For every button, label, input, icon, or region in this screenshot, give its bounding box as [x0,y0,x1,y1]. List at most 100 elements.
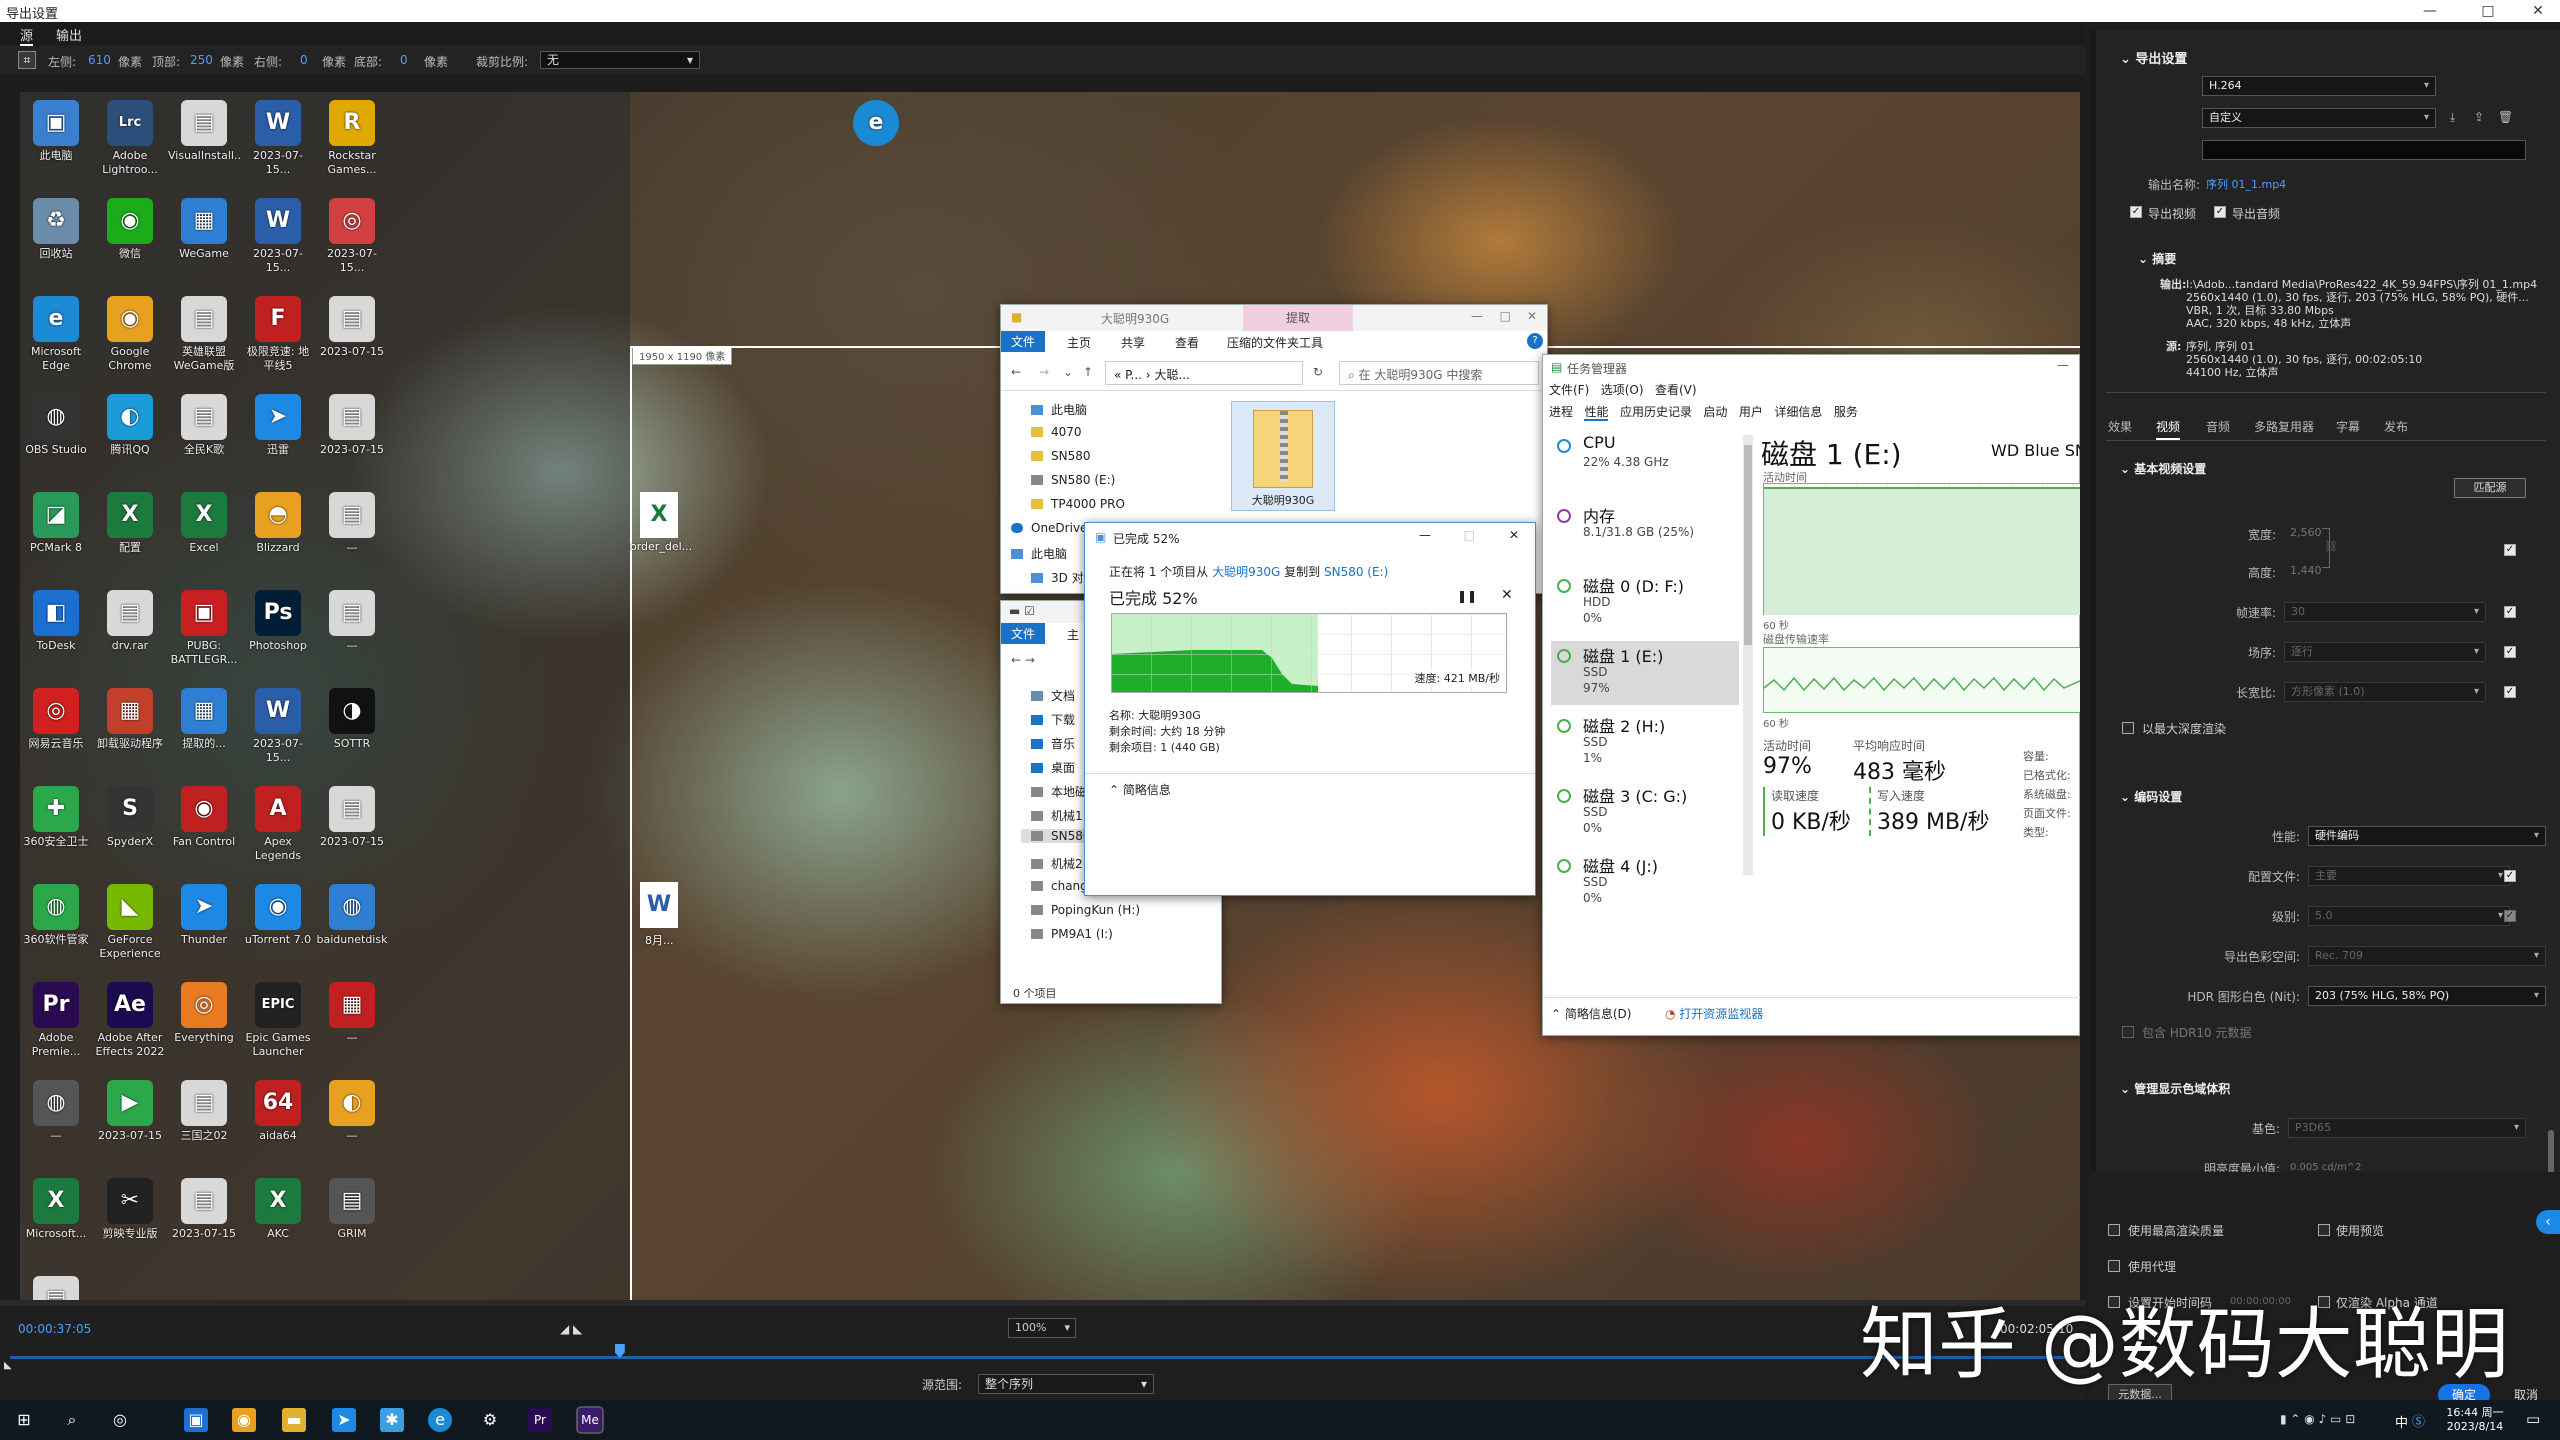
close-button[interactable]: ✕ [1527,309,1537,323]
desktop-icon[interactable]: ◍ 360软件管家 [20,884,92,963]
export-video-checkbox[interactable]: ✓ [2130,206,2142,218]
back-arrow-icon[interactable]: ← [1011,365,1021,379]
desktop-icon[interactable]: ◉ uTorrent 7.0 [242,884,314,963]
refresh-icon[interactable]: ↻ [1313,365,1323,379]
desktop-icon[interactable]: ◎ Everything [168,982,240,1061]
destination-link[interactable]: SN580 (E:) [1324,565,1388,579]
tree-item[interactable]: PopingKun (H:) [1031,903,1140,917]
desktop-icon[interactable]: X 配置 [94,492,166,571]
export-settings-header[interactable]: ⌄ 导出设置 [2120,48,2187,67]
media-encoder-icon[interactable]: Me [576,1406,604,1434]
tray-icons[interactable]: ▮ ⌃ ◉ ♪ ▭ ⊡ [2280,1412,2355,1426]
tab-source[interactable]: 源 [20,25,34,46]
file-explorer-icon[interactable]: ▬ [282,1408,306,1432]
tab-startup[interactable]: 启动 [1703,405,1727,419]
crop-top-value[interactable]: 250 [190,53,213,67]
desktop-icon[interactable]: ➤ 迅雷 [242,394,314,473]
use-proxy-checkbox[interactable] [2108,1260,2120,1272]
tab-multiplexer[interactable]: 多路复用器 [2254,418,2314,435]
perf-item[interactable]: CPU 22% 4.38 GHz [1551,431,1739,495]
tree-item[interactable]: 此电脑 [1031,401,1087,418]
up-arrow-icon[interactable]: ↑ [1083,365,1093,379]
hdr10-checkbox[interactable] [2122,1026,2134,1038]
chain-link-icon[interactable]: ⛓ [2324,540,2338,553]
desktop-icon[interactable]: e Microsoft Edge [20,296,92,375]
desktop-icon[interactable]: ▤ drv.rar [94,590,166,669]
desktop-icon[interactable]: Pr Adobe Premie... [20,982,92,1061]
crop-left-value[interactable]: 610 [88,53,111,67]
desktop-icon[interactable]: ▤ 全民K歌 [168,394,240,473]
tree-item[interactable]: 4070 [1031,425,1082,439]
premiere-icon[interactable]: Pr [528,1408,552,1432]
perf-item[interactable]: 内存 8.1/31.8 GB (25%) [1551,501,1739,565]
color-volume-header[interactable]: ⌄ 管理显示色域体积 [2120,1080,2230,1097]
aspect-checkbox[interactable]: ✓ [2504,686,2516,698]
desktop-icon[interactable]: X Microsoft... [20,1178,92,1257]
minimize-button[interactable]: — [2408,0,2452,22]
desktop-icon[interactable]: ▤ — [316,492,388,571]
ribbon-tab-share[interactable]: 共享 [1121,334,1145,351]
delete-preset-icon[interactable]: 🗑 [2498,110,2513,124]
ribbon-tab-home[interactable]: 主 [1067,626,1079,643]
desktop-icon[interactable]: Ps Photoshop [242,590,314,669]
crop-ratio-select[interactable]: 无 ▾ [540,51,700,69]
perf-item[interactable]: 磁盘 3 (C: G:) SSD 0% [1551,781,1739,845]
format-select[interactable]: H.264 ▾ [2202,76,2436,96]
desktop-icon[interactable]: ◪ PCMark 8 [20,492,92,571]
maximize-button[interactable]: □ [1464,528,1475,542]
help-icon[interactable]: ? [1527,333,1543,349]
desktop-icon[interactable]: ♻ 回收站 [20,198,92,277]
max-quality-checkbox[interactable] [2108,1224,2120,1236]
current-timecode[interactable]: 00:00:37:05 [18,1322,91,1336]
desktop-icon[interactable]: ▤2023-07-15 [316,296,388,375]
desktop-icon[interactable]: W 2023-07-15... [242,688,314,767]
output-name-link[interactable]: 序列 01_1.mp4 [2206,176,2286,192]
menu-options[interactable]: 选项(O) [1601,383,1644,397]
level-select[interactable]: 5.0 ▾ [2308,906,2510,926]
tree-item[interactable]: 音乐 [1031,735,1075,752]
desktop-icon[interactable]: ◍ baidunetdisk [316,884,388,963]
comment-input[interactable] [2202,140,2526,160]
desktop-icon[interactable]: ◑ SOTTR [316,688,388,767]
tab-services[interactable]: 服务 [1834,405,1858,419]
crop-bottom-value[interactable]: 0 [400,53,408,67]
edge-icon[interactable]: e [428,1408,452,1432]
aspect-select[interactable]: 方形像素 (1.0) ▾ [2284,682,2486,702]
desktop-icon[interactable]: ➤ Thunder [168,884,240,963]
desktop-icon[interactable]: W 2023-07-15... [242,100,314,179]
tree-item[interactable]: 此电脑 [1011,545,1067,562]
field-order-checkbox[interactable]: ✓ [2504,646,2516,658]
desktop-icon[interactable]: ▶ 2023-07-15 [94,1080,166,1159]
crop-icon[interactable]: ⌗ [18,51,36,69]
minimize-button[interactable]: — [2057,358,2069,372]
tab-processes[interactable]: 进程 [1549,405,1573,419]
desktop-icon[interactable]: ▤ — [316,590,388,669]
copy-progress-dialog[interactable]: ▣ 已完成 52% — □ ✕ 正在将 1 个项目从 大聪明930G 复制到 S… [1084,522,1536,896]
desktop-icon[interactable]: ▤2023-07-15 [316,786,388,865]
tree-item[interactable]: SN580 (E:) [1031,473,1115,487]
extract-tab[interactable]: 提取 [1243,305,1353,331]
hdr-white-select[interactable]: 203 (75% HLG, 58% PQ) ▾ [2308,986,2546,1006]
desktop-icon[interactable]: A Apex Legends [242,786,314,865]
h-scrollbar[interactable] [0,1300,2085,1306]
tree-item[interactable]: PM9A1 (I:) [1031,927,1113,941]
ribbon-tab-zip-tools[interactable]: 压缩的文件夹工具 [1227,334,1323,351]
desktop-icon[interactable]: ◓ Blizzard [242,492,314,571]
performance-select[interactable]: 硬件编码 ▾ [2308,826,2546,846]
task-manager-window[interactable]: ▤ 任务管理器 — 文件(F) 选项(O) 查看(V) 进程 性能 应用历史记录… [1542,354,2080,1036]
desktop-icon[interactable]: ▤2023-07-15 [20,1276,92,1300]
level-checkbox[interactable]: ✓ [2504,910,2516,922]
desktop-icon[interactable]: ▣ 此电脑 [20,100,92,179]
settings-gear-icon[interactable]: ⚙ [478,1408,502,1432]
in-marker-icon[interactable]: ◣ [4,1360,12,1371]
less-info-button[interactable]: ⌃ 简略信息(D) [1551,1005,1631,1022]
desktop-icon[interactable]: ◉ Fan Control [168,786,240,865]
menu-view[interactable]: 查看(V) [1655,383,1697,397]
zoom-select[interactable]: 100% ▾ [1008,1318,1076,1338]
taskbar-app-icon[interactable]: ▣ [184,1408,208,1432]
basic-video-header[interactable]: ⌄ 基本视频设置 [2120,460,2206,477]
perf-item[interactable]: 磁盘 2 (H:) SSD 1% [1551,711,1739,775]
tab-audio[interactable]: 音频 [2206,418,2230,435]
desktop-icon[interactable]: e [840,100,912,149]
primaries-select[interactable]: P3D65 ▾ [2288,1118,2526,1138]
